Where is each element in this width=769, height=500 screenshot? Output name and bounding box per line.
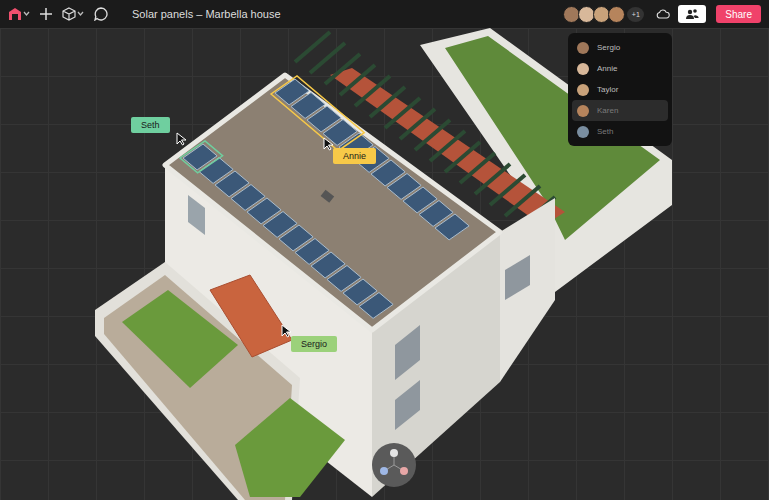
- logo-icon: [8, 7, 30, 21]
- top-bar: Solar panels – Marbella house +1 Share: [0, 0, 769, 28]
- collaborator-item[interactable]: Annie: [572, 58, 668, 79]
- selection-outline: [180, 141, 223, 173]
- front-lawn: [235, 398, 345, 497]
- solar-panels[interactable]: [183, 79, 469, 318]
- collaborator-name: Sergio: [597, 43, 620, 52]
- cursor-arrow-icon: [176, 132, 188, 146]
- avatar: [577, 126, 589, 138]
- window: [395, 380, 420, 430]
- collaborator-name: Annie: [597, 64, 617, 73]
- avatar: [577, 63, 589, 75]
- avatar: [577, 105, 589, 117]
- window: [188, 195, 205, 235]
- solar-panel[interactable]: [359, 293, 393, 319]
- toolbar-right: +1 Share: [565, 5, 761, 23]
- toolbar-left: Solar panels – Marbella house: [8, 7, 281, 21]
- collaborator-name: Karen: [597, 106, 618, 115]
- app: Solar panels – Marbella house +1 Share Seth…: [0, 0, 769, 500]
- more-collaborators-count[interactable]: +1: [627, 7, 644, 22]
- document-title[interactable]: Solar panels – Marbella house: [132, 8, 281, 20]
- door-canopy[interactable]: [210, 275, 292, 357]
- avatar-stack[interactable]: +1: [565, 6, 644, 23]
- object-menu-button[interactable]: [62, 7, 84, 21]
- collaborators-menu: Sergio Annie Taylor Karen Seth: [568, 33, 672, 146]
- orbit-gizmo[interactable]: [372, 443, 416, 487]
- avatar: [577, 84, 589, 96]
- chat-bubble-icon: [94, 7, 108, 21]
- axes-icon: [372, 443, 416, 487]
- collaborator-item[interactable]: Taylor: [572, 79, 668, 100]
- collaborator-item[interactable]: Karen: [572, 100, 668, 121]
- people-icon: [685, 8, 699, 20]
- collaborator-name: Taylor: [597, 85, 618, 94]
- share-button[interactable]: Share: [716, 5, 761, 23]
- cursor-label: Annie: [333, 148, 376, 164]
- collaborator-name: Seth: [597, 127, 613, 136]
- cursor-label: Sergio: [291, 336, 337, 352]
- invite-button[interactable]: [678, 5, 706, 23]
- roof-vent: [321, 190, 335, 203]
- window: [505, 255, 530, 300]
- gable-wall: [500, 198, 555, 382]
- plus-icon: [40, 8, 52, 20]
- avatar: [577, 42, 589, 54]
- cloud-sync-icon: [656, 9, 670, 19]
- collaborator-item[interactable]: Seth: [572, 121, 668, 142]
- logo-menu-button[interactable]: [8, 7, 30, 21]
- solar-panel[interactable]: [435, 214, 469, 240]
- cursor-label: Seth: [131, 117, 170, 133]
- comment-button[interactable]: [94, 7, 108, 21]
- collaborator-item[interactable]: Sergio: [572, 37, 668, 58]
- window: [395, 325, 420, 380]
- add-button[interactable]: [40, 8, 52, 20]
- selection-outline: [271, 76, 364, 151]
- cube-icon: [62, 7, 84, 21]
- avatar[interactable]: [608, 6, 625, 23]
- viewport-canvas[interactable]: Seth Annie Sergio Sergio Annie Taylor Karen Set…: [0, 28, 769, 500]
